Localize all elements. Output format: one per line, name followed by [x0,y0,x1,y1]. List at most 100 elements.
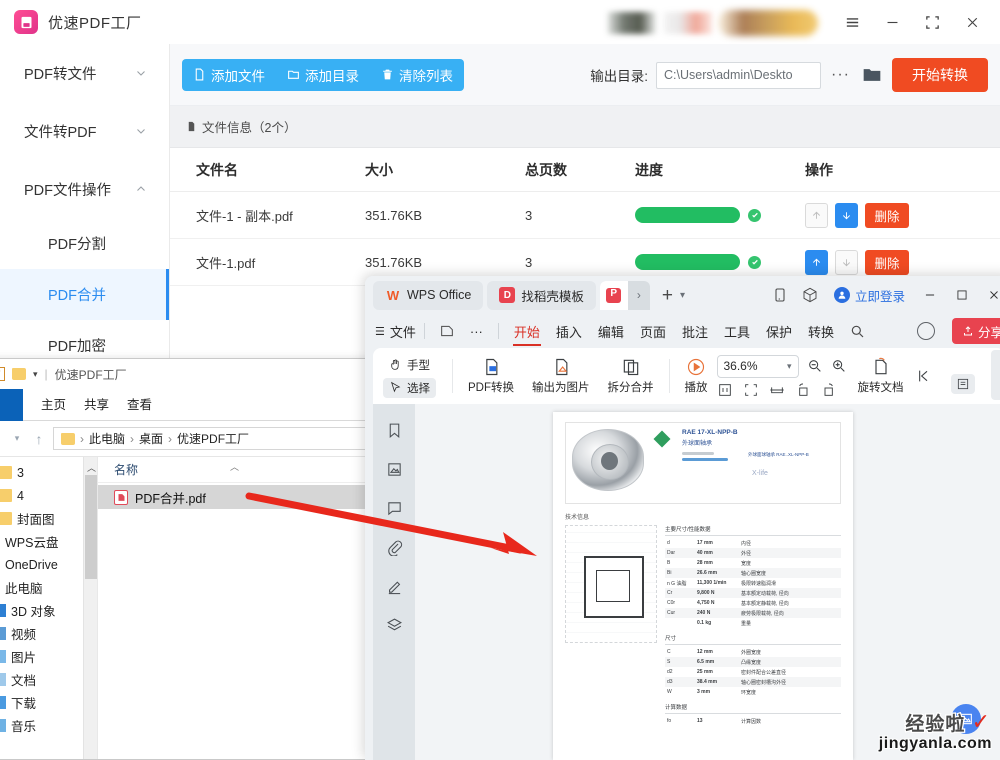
file-list-header[interactable]: 名称 ︿ [98,457,379,483]
delete-button[interactable]: 删除 [865,249,909,275]
tree-item-music[interactable]: 音乐 [0,714,83,737]
tree-item-onedrive[interactable]: OneDrive [0,553,83,576]
close-icon[interactable] [954,5,990,39]
pdf-convert-button[interactable]: PDF转换 [459,357,523,395]
list-item[interactable]: PDF合并.pdf [98,485,379,509]
bookmark-icon[interactable] [386,422,403,439]
page-scroll-area[interactable]: RAE 17-XL-NPP-B 外球面轴承 外球面球轴承 RAE..XL-NPP… [415,404,991,760]
zoom-level-select[interactable]: 36.6% ▾ [716,354,799,378]
fit-page-icon[interactable] [743,382,759,398]
tree-item-pictures[interactable]: 图片 [0,645,83,668]
tab-protect[interactable]: 保护 [759,318,799,344]
cube-icon[interactable] [796,281,824,309]
move-down-button[interactable] [835,202,858,228]
start-convert-button[interactable]: 开始转换 [892,58,988,92]
move-up-button[interactable] [805,249,828,275]
delete-button[interactable]: 删除 [865,202,909,228]
tree-item[interactable]: 封面图 [0,507,83,530]
rotate-left-icon[interactable] [795,382,811,398]
tree-item-wps-cloud[interactable]: WPS云盘 [0,530,83,553]
tab-expand-icon[interactable]: › [628,288,650,302]
export-image-button[interactable]: 输出为图片 [523,357,599,395]
feedback-icon[interactable] [917,322,935,340]
tab-share[interactable]: 共享 [84,394,109,420]
signature-icon[interactable] [386,578,403,595]
recent-locations-icon[interactable]: ▾ [9,433,25,444]
tab-wps-office[interactable]: W WPS Office [373,280,484,310]
page-layout-button[interactable] [951,374,975,394]
tablet-mode-icon[interactable] [766,281,794,309]
scroll-up-icon[interactable]: ︿ [87,461,96,474]
tab-home[interactable]: 主页 [41,394,66,420]
sidebar-group-file-to-pdf[interactable]: 文件转PDF [0,102,169,160]
breadcrumb[interactable]: › 此电脑 › 桌面 › 优速PDF工厂 [53,427,373,450]
select-tool-button[interactable]: 选择 [383,377,436,398]
sidebar-item-pdf-split[interactable]: PDF分割 [0,218,169,269]
quick-access-check-icon[interactable]: ✓ [0,367,5,381]
browse-more-button[interactable]: ··· [829,66,852,84]
attachment-icon[interactable] [386,539,403,556]
tree-item-downloads[interactable]: 下载 [0,691,83,714]
minimize-icon[interactable] [874,5,910,39]
wps-right-scrollbar[interactable] [991,404,1000,760]
tree-item[interactable]: 3 [0,461,83,484]
add-file-button[interactable]: 添加文件 [182,59,276,91]
tab-view[interactable]: 查看 [127,394,152,420]
new-tab-button[interactable]: + [662,286,673,305]
tree-item-documents[interactable]: 文档 [0,668,83,691]
tab-start[interactable]: 开始 [507,318,547,346]
fit-width-icon[interactable] [769,382,785,398]
thumbnail-icon[interactable] [386,461,403,478]
tab-insert[interactable]: 插入 [549,318,589,344]
tree-scrollbar[interactable]: ︿ [83,457,97,759]
zoom-out-icon[interactable] [807,358,823,374]
actual-size-icon[interactable] [717,382,733,398]
open-folder-icon[interactable] [860,65,884,85]
table-row[interactable]: 文件-1 - 副本.pdf 351.76KB 3 删除 [170,192,1000,239]
share-button[interactable]: 分享 [951,318,1000,344]
tree-item-3d-objects[interactable]: 3D 对象 [0,599,83,622]
menu-icon[interactable] [834,5,870,39]
move-down-button[interactable] [835,249,858,275]
tab-page[interactable]: 页面 [633,318,673,344]
search-icon[interactable] [843,317,871,345]
comment-icon[interactable] [386,500,403,517]
breadcrumb-current[interactable]: 优速PDF工厂 [177,430,249,447]
sidebar-item-pdf-merge[interactable]: PDF合并 [0,269,169,320]
minimize-icon[interactable] [915,278,945,312]
play-button[interactable]: 播放 [676,357,717,395]
tab-docer-template[interactable]: D 找稻壳模板 [487,280,596,310]
file-menu-button[interactable]: ☰ 文件 [375,322,416,341]
tree-item-videos[interactable]: 视频 [0,622,83,645]
maximize-icon[interactable] [947,278,977,312]
split-merge-button[interactable]: 拆分合并 [599,357,663,395]
tab-convert[interactable]: 转换 [801,318,841,344]
tree-item-this-pc[interactable]: 此电脑 [0,576,83,599]
tab-tools[interactable]: 工具 [717,318,757,344]
layers-icon[interactable] [386,617,403,634]
rotate-right-icon[interactable] [821,382,837,398]
scrollbar-thumb[interactable] [85,475,97,579]
zoom-in-icon[interactable] [831,358,847,374]
hand-tool-button[interactable]: 手型 [383,355,436,375]
output-path-input[interactable]: C:\Users\admin\Deskto [656,61,822,89]
tab-annotate[interactable]: 批注 [675,318,715,344]
sidebar-group-pdf-to-file[interactable]: PDF转文件 [0,44,169,102]
first-page-icon[interactable] [915,368,931,384]
up-icon[interactable]: ↑ [31,431,47,447]
ribbon-expand-button[interactable]: › [991,350,1000,400]
tab-edit[interactable]: 编辑 [591,318,631,344]
sidebar-group-pdf-operations[interactable]: PDF文件操作 [0,160,169,218]
maximize-icon[interactable] [914,5,950,39]
more-commands-icon[interactable]: ··· [463,318,490,344]
save-icon[interactable] [433,317,461,345]
clear-list-button[interactable]: 清除列表 [370,59,464,91]
add-folder-button[interactable]: 添加目录 [276,59,370,91]
rotate-document-button[interactable]: 旋转文档 [849,357,913,395]
file-menu-button[interactable] [0,389,23,421]
move-up-button[interactable] [805,202,828,228]
quick-access-caret-icon[interactable]: ▾ [33,369,38,380]
close-icon[interactable] [979,278,1000,312]
tree-item[interactable]: 4 [0,484,83,507]
tab-active-document[interactable]: › [599,280,650,310]
